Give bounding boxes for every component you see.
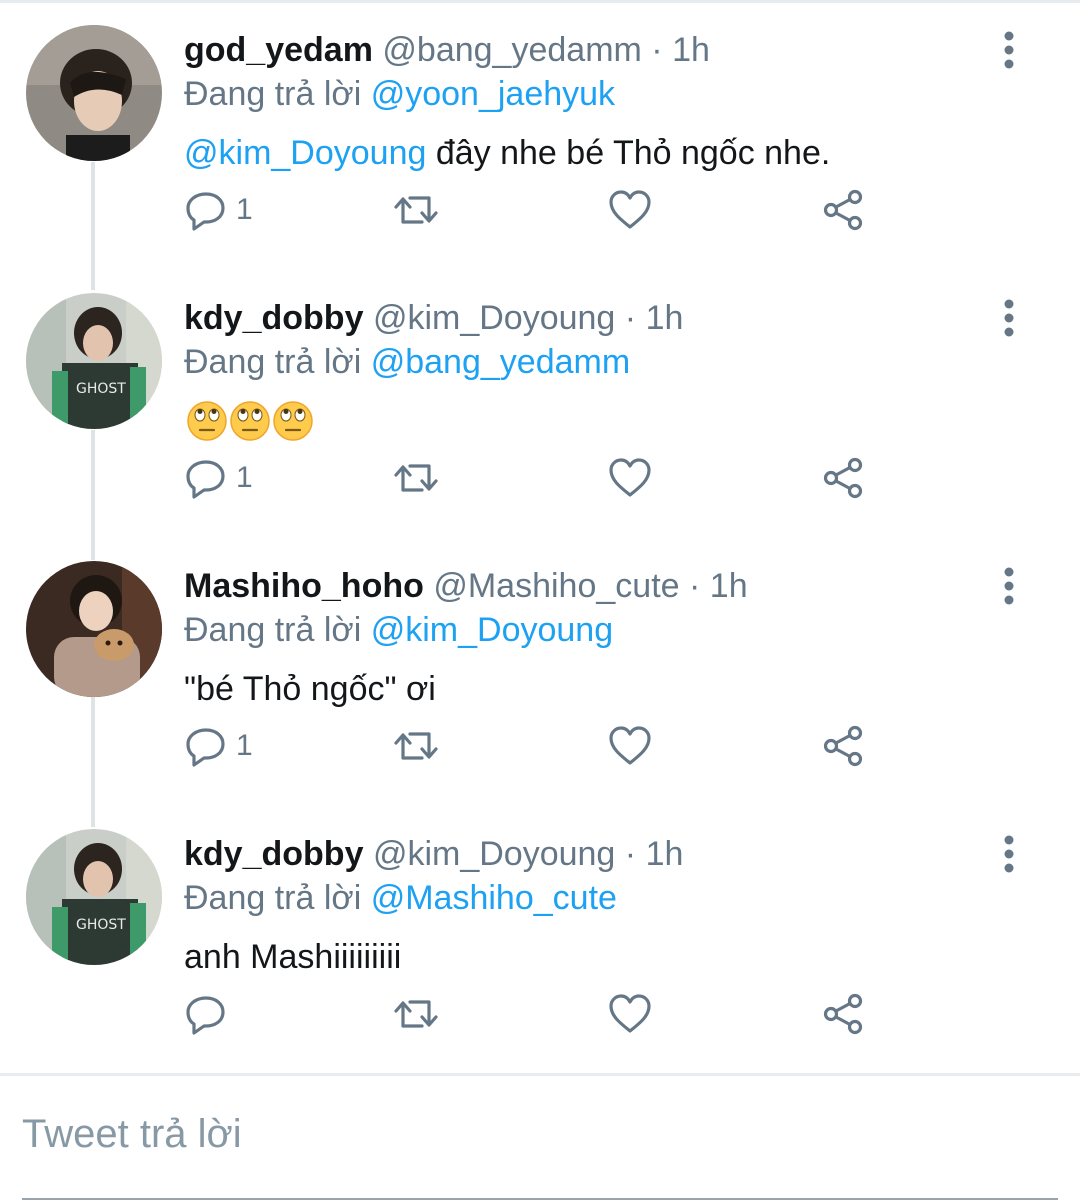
display-name[interactable]: kdy_dobby: [184, 299, 363, 337]
heart-icon: [609, 190, 651, 229]
reply-icon: [186, 728, 225, 767]
reply-button[interactable]: 1: [184, 448, 253, 508]
avatar[interactable]: [26, 25, 162, 161]
tweet-header: kdy_dobby @kim_Doyoung · 1h: [184, 296, 683, 340]
tweet[interactable]: Mashiho_hoho @Mashiho_cute · 1h Đang trả…: [0, 536, 1080, 803]
replying-to: Đang trả lời @Mashiho_cute: [184, 876, 617, 920]
user-handle[interactable]: @Mashiho_cute: [433, 567, 679, 605]
display-name[interactable]: god_yedam: [184, 31, 373, 69]
separator-dot: ·: [651, 31, 663, 69]
more-vertical-icon[interactable]: [996, 30, 1022, 70]
replying-to-label: Đang trả lời: [184, 611, 362, 649]
action-bar: [184, 984, 884, 1044]
share-button[interactable]: [822, 180, 866, 240]
more-vertical-icon[interactable]: [996, 834, 1022, 874]
reply-button[interactable]: 1: [184, 180, 253, 240]
reply-icon: [186, 192, 225, 231]
reply-icon: [186, 460, 225, 499]
tweet-body: đây nhe bé Thỏ ngốc nhe.: [426, 134, 831, 172]
heart-icon: [609, 726, 651, 765]
mention-link[interactable]: @kim_Doyoung: [184, 134, 426, 172]
reply-count: 1: [236, 193, 253, 226]
action-bar: 1: [184, 716, 884, 776]
retweet-button[interactable]: [392, 984, 440, 1044]
separator-dot: ·: [689, 567, 701, 605]
more-vertical-icon[interactable]: [996, 566, 1022, 606]
svg-text:GHOST: GHOST: [76, 917, 126, 933]
retweet-icon: [394, 732, 438, 760]
avatar[interactable]: GHOST: [26, 293, 162, 429]
reply-compose-input[interactable]: Tweet trả lời: [22, 1112, 242, 1157]
tweet-header: god_yedam @bang_yedamm · 1h: [184, 28, 710, 72]
compose-underline: [22, 1198, 1058, 1200]
timestamp[interactable]: 1h: [672, 31, 710, 69]
retweet-icon: [394, 464, 438, 492]
retweet-button[interactable]: [392, 716, 440, 776]
replying-to-mention[interactable]: @yoon_jaehyuk: [371, 75, 615, 113]
tweet[interactable]: GHOST kdy_dobby @kim_Doyoung · 1h Đang t…: [0, 268, 1080, 535]
replying-to-mention[interactable]: @Mashiho_cute: [371, 879, 617, 917]
face-with-rolling-eyes-emoji: [187, 401, 227, 441]
replying-to-label: Đang trả lời: [184, 343, 362, 381]
retweet-icon: [394, 1000, 438, 1028]
user-handle[interactable]: @bang_yedamm: [382, 31, 641, 69]
user-handle[interactable]: @kim_Doyoung: [373, 299, 615, 337]
tweet-emoji-row: [186, 400, 315, 442]
retweet-button[interactable]: [392, 448, 440, 508]
heart-icon: [609, 994, 651, 1033]
more-vertical-icon[interactable]: [996, 298, 1022, 338]
share-icon: [823, 993, 863, 1035]
like-button[interactable]: [608, 180, 652, 240]
timestamp[interactable]: 1h: [710, 567, 748, 605]
reply-count: 1: [236, 461, 253, 494]
reply-icon: [186, 996, 225, 1035]
replying-to-mention[interactable]: @bang_yedamm: [371, 343, 630, 381]
timestamp[interactable]: 1h: [646, 299, 684, 337]
retweet-button[interactable]: [392, 180, 440, 240]
tweet-header: Mashiho_hoho @Mashiho_cute · 1h: [184, 564, 748, 608]
display-name[interactable]: kdy_dobby: [184, 835, 363, 873]
retweet-icon: [394, 196, 438, 224]
separator-dot: ·: [624, 299, 637, 337]
user-handle[interactable]: @kim_Doyoung: [373, 835, 615, 873]
reply-button[interactable]: 1: [184, 716, 253, 776]
timestamp[interactable]: 1h: [646, 835, 684, 873]
reply-button[interactable]: [184, 984, 236, 1044]
share-button[interactable]: [822, 716, 866, 776]
tweet[interactable]: GHOST kdy_dobby @kim_Doyoung · 1h Đang t…: [0, 804, 1080, 1071]
tweet-header: kdy_dobby @kim_Doyoung · 1h: [184, 832, 683, 876]
share-icon: [823, 457, 863, 499]
share-button[interactable]: [822, 448, 866, 508]
svg-text:GHOST: GHOST: [76, 381, 126, 397]
like-button[interactable]: [608, 448, 652, 508]
replying-to-mention[interactable]: @kim_Doyoung: [371, 611, 613, 649]
like-button[interactable]: [608, 716, 652, 776]
replying-to: Đang trả lời @bang_yedamm: [184, 340, 630, 384]
action-bar: 1: [184, 448, 884, 508]
reply-count: 1: [236, 729, 253, 762]
face-with-rolling-eyes-emoji: [230, 401, 270, 441]
separator-dot: ·: [624, 835, 637, 873]
tweet[interactable]: god_yedam @bang_yedamm · 1h Đang trả lời…: [0, 0, 1080, 267]
heart-icon: [609, 458, 651, 497]
display-name[interactable]: Mashiho_hoho: [184, 567, 424, 605]
replying-to-label: Đang trả lời: [184, 75, 362, 113]
avatar[interactable]: GHOST: [26, 829, 162, 965]
share-button[interactable]: [822, 984, 866, 1044]
avatar[interactable]: [26, 561, 162, 697]
face-with-rolling-eyes-emoji: [273, 401, 313, 441]
tweet-text: "bé Thỏ ngốc" ơi: [184, 670, 436, 708]
tweet-text: @kim_Doyoung đây nhe bé Thỏ ngốc nhe.: [184, 130, 830, 176]
share-icon: [823, 189, 863, 231]
tweet-text: anh Mashiiiiiiiii: [184, 938, 402, 976]
compose-divider: [0, 1073, 1080, 1076]
replying-to: Đang trả lời @kim_Doyoung: [184, 608, 613, 652]
like-button[interactable]: [608, 984, 652, 1044]
share-icon: [823, 725, 863, 767]
replying-to: Đang trả lời @yoon_jaehyuk: [184, 72, 615, 116]
replying-to-label: Đang trả lời: [184, 879, 362, 917]
action-bar: 1: [184, 180, 884, 240]
